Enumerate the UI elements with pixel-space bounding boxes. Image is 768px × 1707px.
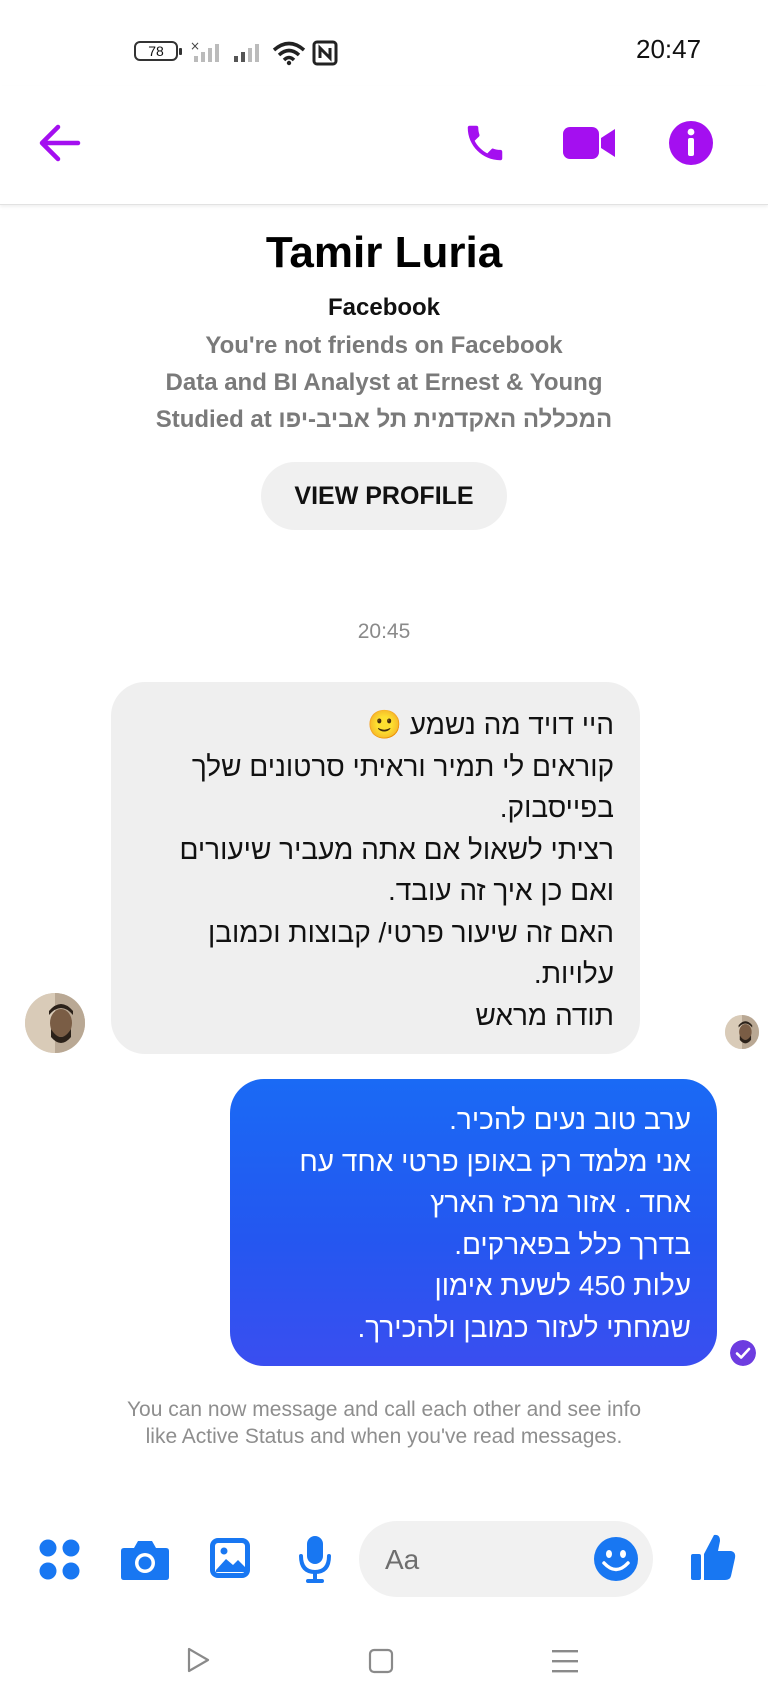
- message-line: היי דויד מה נשמע 🙂: [367, 709, 614, 740]
- svg-text:×: ×: [190, 40, 200, 53]
- home-square-icon[interactable]: [368, 1648, 394, 1674]
- message-line: ואם כן איך זה עובד.: [387, 875, 614, 906]
- apps-icon[interactable]: [38, 1538, 82, 1582]
- friendship-status: You're not friends on Facebook: [205, 332, 563, 359]
- job-title: Data and BI Analyst at Ernest & Young: [165, 369, 603, 396]
- message-line: בפייסבוק.: [499, 792, 614, 823]
- arrow-left-icon[interactable]: [36, 120, 82, 166]
- back-triangle-icon[interactable]: [184, 1646, 212, 1674]
- menu-icon[interactable]: [551, 1648, 579, 1674]
- message-line: תודה מראש: [475, 999, 614, 1031]
- profile-source: Facebook: [327, 294, 441, 321]
- message-line: שמחתי לעזור כמובן ולהכירך.: [357, 1311, 691, 1343]
- video-camera-icon[interactable]: [562, 124, 616, 162]
- status-time: 20:47: [636, 34, 702, 64]
- connection-notice: You can now message and call each other …: [126, 1398, 642, 1448]
- nfc-icon: [312, 40, 338, 66]
- incoming-message[interactable]: היי דויד מה נשמע 🙂 קוראים לי תמיר וראיתי…: [111, 682, 640, 1054]
- message-line: בדרך כלל בפארקים.: [454, 1228, 691, 1260]
- message-line: האם זה שיעור פרטי/ קבוצות וכמובן: [208, 916, 614, 948]
- delivered-check-icon: [730, 1340, 756, 1366]
- outgoing-message[interactable]: ערב טוב נעים להכיר. אני מלמד רק באופן פר…: [230, 1079, 717, 1366]
- education-info: Studied at המכללה האקדמית תל אביב-יפו: [155, 406, 613, 433]
- signal-strength-2-icon: [234, 44, 259, 62]
- message-line: אחד . אזור מרכז הארץ: [430, 1187, 691, 1218]
- message-line: עלות 450 לשעת אימון: [434, 1270, 691, 1301]
- microphone-icon[interactable]: [297, 1534, 333, 1584]
- seen-avatar: [725, 1015, 759, 1049]
- message-composer[interactable]: [359, 1521, 653, 1597]
- message-line: ערב טוב נעים להכיר.: [449, 1104, 691, 1135]
- message-input[interactable]: [383, 1539, 567, 1581]
- camera-icon[interactable]: [120, 1538, 170, 1582]
- message-line: עלויות.: [533, 958, 614, 989]
- message-line: אני מלמד רק באופן פרטי אחד עח: [299, 1145, 691, 1177]
- message-timestamp: 20:45: [357, 620, 411, 643]
- contact-name: Tamir Luria: [265, 228, 503, 277]
- message-line: קוראים לי תמיר וראיתי סרטונים שלך: [191, 750, 614, 782]
- sender-avatar[interactable]: [25, 993, 85, 1053]
- battery-indicator: 78: [134, 41, 182, 61]
- thumbs-up-icon[interactable]: [689, 1532, 737, 1582]
- phone-icon[interactable]: [462, 120, 508, 166]
- message-line: רציתי לשאול אם אתה מעביר שיעורים: [179, 833, 614, 865]
- signal-strength-icon: ×: [190, 40, 219, 62]
- gallery-icon[interactable]: [208, 1536, 252, 1580]
- wifi-icon: [272, 41, 306, 66]
- view-profile-button[interactable]: VIEW PROFILE: [261, 462, 507, 530]
- info-icon[interactable]: [668, 120, 714, 166]
- chat-header: [0, 86, 768, 205]
- emoji-icon[interactable]: [593, 1536, 639, 1582]
